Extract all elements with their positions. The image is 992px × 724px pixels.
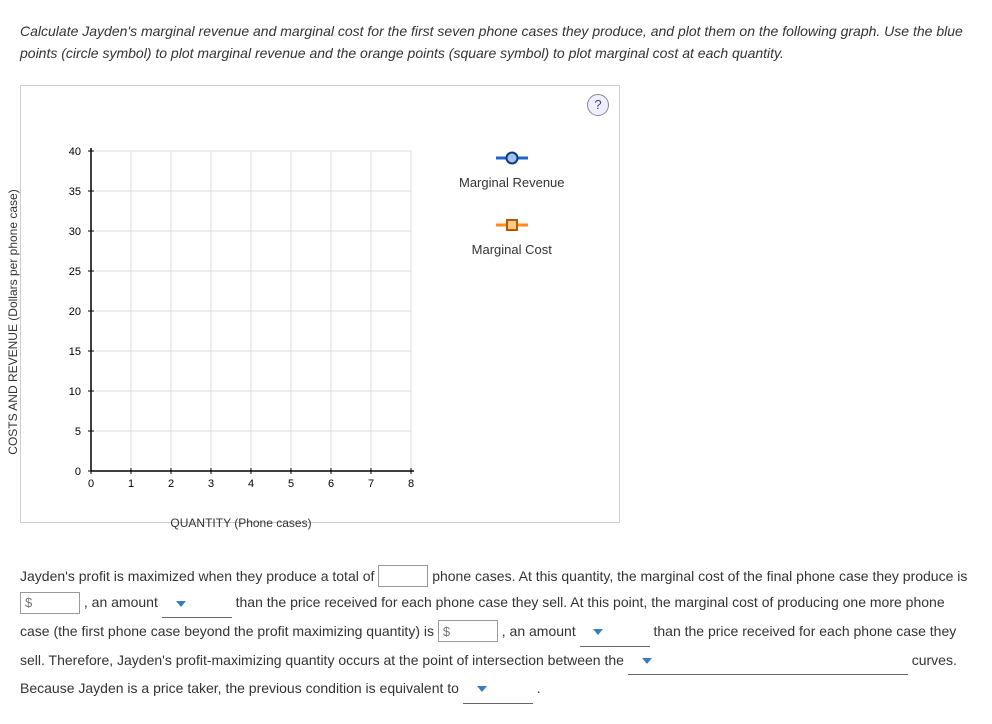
gridlines — [91, 151, 411, 471]
graph-panel: ? COSTS AND REVENUE (Dollars per phone c… — [20, 85, 620, 523]
mc-next-input[interactable] — [438, 620, 498, 642]
qtext-5: , an amount — [502, 623, 580, 639]
svg-text:4: 4 — [248, 478, 254, 490]
svg-text:20: 20 — [69, 306, 81, 318]
circle-icon — [492, 151, 532, 165]
square-icon — [492, 218, 532, 232]
legend-item-mr[interactable]: Marginal Revenue — [459, 151, 565, 190]
legend-label-mc: Marginal Cost — [459, 242, 565, 257]
chart-area[interactable]: COSTS AND REVENUE (Dollars per phone cas… — [31, 141, 431, 504]
dropdown-amount-1[interactable] — [162, 589, 232, 618]
svg-text:0: 0 — [88, 478, 94, 490]
svg-text:5: 5 — [288, 478, 294, 490]
chevron-down-icon — [642, 658, 652, 664]
dropdown-amount-2[interactable] — [580, 618, 650, 647]
legend-label-mr: Marginal Revenue — [459, 175, 565, 190]
y-axis-label: COSTS AND REVENUE (Dollars per phone cas… — [6, 190, 20, 455]
chevron-down-icon — [593, 629, 603, 635]
legend-item-mc[interactable]: Marginal Cost — [459, 218, 565, 257]
dropdown-condition[interactable] — [463, 675, 533, 704]
mc-final-input[interactable] — [20, 592, 80, 614]
svg-text:6: 6 — [328, 478, 334, 490]
svg-text:7: 7 — [368, 478, 374, 490]
svg-text:15: 15 — [69, 346, 81, 358]
qtext-1: Jayden's profit is maximized when they p… — [20, 568, 378, 584]
legend: Marginal Revenue Marginal Cost — [459, 151, 565, 285]
qtext-8: . — [537, 680, 541, 696]
quantity-input[interactable] — [378, 565, 428, 587]
axis-ticks — [88, 151, 411, 474]
chevron-down-icon — [176, 601, 186, 607]
dropdown-curves[interactable] — [628, 647, 908, 676]
svg-text:30: 30 — [69, 226, 81, 238]
x-axis-label: QUANTITY (Phone cases) — [170, 516, 311, 530]
y-tick-labels: 0 5 10 15 20 25 30 35 40 — [69, 146, 81, 478]
chart-svg[interactable]: 0 5 10 15 20 25 30 35 40 0 1 2 3 4 — [31, 141, 431, 501]
svg-text:10: 10 — [69, 386, 81, 398]
x-tick-labels: 0 1 2 3 4 5 6 7 8 — [88, 478, 414, 490]
svg-text:40: 40 — [69, 146, 81, 158]
svg-text:5: 5 — [75, 426, 81, 438]
svg-text:0: 0 — [75, 466, 81, 478]
svg-text:1: 1 — [128, 478, 134, 490]
help-button[interactable]: ? — [587, 94, 609, 116]
svg-text:25: 25 — [69, 266, 81, 278]
qtext-2: phone cases. At this quantity, the margi… — [432, 568, 967, 584]
svg-text:35: 35 — [69, 186, 81, 198]
question-paragraph: Jayden's profit is maximized when they p… — [20, 563, 972, 704]
instructions-text: Calculate Jayden's marginal revenue and … — [20, 20, 972, 65]
svg-text:3: 3 — [208, 478, 214, 490]
axes — [91, 148, 414, 471]
svg-text:2: 2 — [168, 478, 174, 490]
chevron-down-icon — [477, 686, 487, 692]
svg-text:8: 8 — [408, 478, 414, 490]
qtext-3: , an amount — [84, 594, 162, 610]
